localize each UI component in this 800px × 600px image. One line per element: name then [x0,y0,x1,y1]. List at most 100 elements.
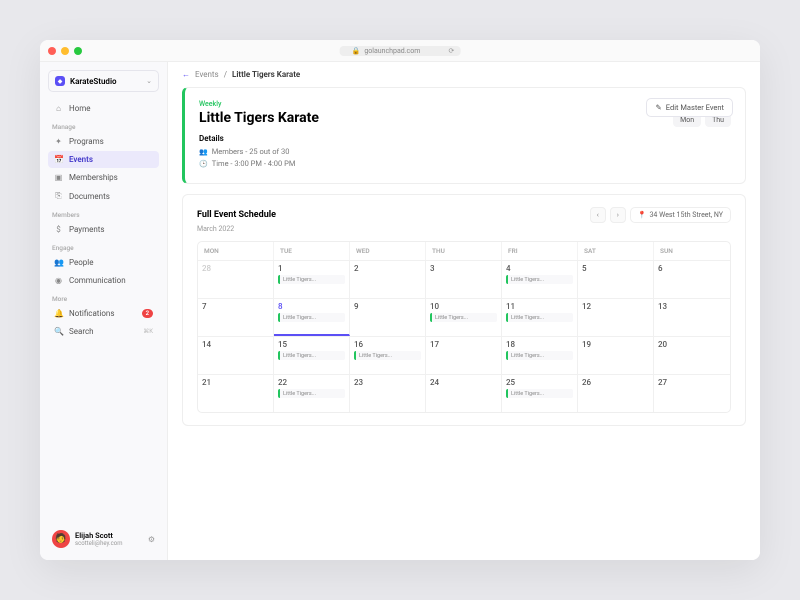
section-manage: Manage [52,123,159,131]
minimize-icon[interactable] [61,47,69,55]
calendar-event[interactable]: Little Tigers... [278,389,345,398]
url-bar[interactable]: 🔒 golaunchpad.com ⟳ [340,46,461,56]
prev-month-button[interactable]: ‹ [590,207,606,223]
sidebar-item-documents[interactable]: ⎘Documents [48,187,159,205]
calendar-cell[interactable]: 26 [578,374,654,412]
day-number: 25 [506,378,573,387]
calendar-cell[interactable]: 7 [198,298,274,336]
calendar-cell[interactable]: 18Little Tigers... [502,336,578,374]
back-icon[interactable]: ← [182,70,190,79]
notification-badge: 2 [142,309,153,318]
avatar: 🧑 [52,530,70,548]
calendar-cell[interactable]: 21 [198,374,274,412]
day-number: 17 [430,340,497,349]
user-menu[interactable]: 🧑 Elijah Scott scotteli@hey.com ⚙ [48,526,159,552]
sidebar-item-memberships[interactable]: ▣Memberships [48,169,159,186]
user-name: Elijah Scott [75,531,143,540]
day-number: 15 [278,340,345,349]
sidebar-item-events[interactable]: 📅Events [48,151,159,168]
chevron-down-icon: ⌄ [146,77,152,85]
day-number: 4 [506,264,573,273]
weekday-header: MON [198,242,274,260]
section-engage: Engage [52,244,159,252]
day-number: 5 [582,264,649,273]
programs-icon: ✦ [54,137,63,146]
calendar-cell[interactable]: 28 [198,260,274,298]
sidebar-item-payments[interactable]: $Payments [48,221,159,238]
calendar-cell[interactable]: 17 [426,336,502,374]
event-hero-card: Weekly Little Tigers Karate Details 👥Mem… [182,87,746,184]
section-members: Members [52,211,159,219]
day-number: 2 [354,264,421,273]
calendar-event[interactable]: Little Tigers... [506,351,573,360]
calendar-event[interactable]: Little Tigers... [354,351,421,360]
calendar-cell[interactable]: 24 [426,374,502,412]
day-number: 14 [202,340,269,349]
edit-master-event-button[interactable]: ✎Edit Master Event [646,98,733,117]
lock-icon: 🔒 [352,47,361,55]
calendar-cell[interactable]: 23 [350,374,426,412]
calendar-event[interactable]: Little Tigers... [278,275,345,284]
calendar-cell[interactable]: 9 [350,298,426,336]
sidebar-item-people[interactable]: 👥People [48,254,159,271]
weekday-header: THU [426,242,502,260]
weekday-header: SAT [578,242,654,260]
people-icon: 👥 [54,258,63,267]
time-detail: 🕒Time - 3:00 PM - 4:00 PM [199,159,633,168]
day-number: 20 [658,340,726,349]
calendar-event[interactable]: Little Tigers... [278,313,345,322]
sidebar-item-search[interactable]: 🔍Search⌘K [48,323,159,340]
calendar-icon: 📅 [54,155,63,164]
day-number: 7 [202,302,269,311]
day-number: 21 [202,378,269,387]
breadcrumb-parent[interactable]: Events [195,70,219,79]
gear-icon[interactable]: ⚙ [148,535,155,544]
calendar-cell[interactable]: 10 Little Tigers... [426,298,502,336]
calendar-event[interactable]: Little Tigers... [278,351,345,360]
payments-icon: $ [54,225,63,234]
home-icon: ⌂ [54,104,63,113]
calendar-event[interactable]: Little Tigers... [506,313,573,322]
sidebar-item-home[interactable]: ⌂Home [48,100,159,117]
calendar-cell[interactable]: 22Little Tigers... [274,374,350,412]
calendar-cell[interactable]: 27 [654,374,730,412]
calendar-cell[interactable]: 8Little Tigers... [274,298,350,336]
calendar-cell[interactable]: 1Little Tigers... [274,260,350,298]
next-month-button[interactable]: › [610,207,626,223]
calendar-cell[interactable]: 12 [578,298,654,336]
calendar-cell[interactable]: 25 Little Tigers... [502,374,578,412]
sidebar-item-communication[interactable]: ◉Communication [48,272,159,289]
calendar-cell[interactable]: 19 [578,336,654,374]
brand-name: KarateStudio [70,77,141,86]
workspace-switcher[interactable]: ◆ KarateStudio ⌄ [48,70,159,92]
calendar-cell[interactable]: 2 [350,260,426,298]
day-number: 28 [202,264,269,273]
calendar-cell[interactable]: 11Little Tigers... [502,298,578,336]
sidebar-item-programs[interactable]: ✦Programs [48,133,159,150]
day-number: 6 [658,264,726,273]
calendar-event[interactable]: Little Tigers... [506,275,573,284]
location-chip[interactable]: 📍34 West 15th Street, NY [630,207,731,223]
calendar-cell[interactable]: 4 Little Tigers... [502,260,578,298]
maximize-icon[interactable] [74,47,82,55]
calendar-cell[interactable]: 16Little Tigers... [350,336,426,374]
calendar-cell[interactable]: 13 [654,298,730,336]
calendar-cell[interactable]: 15 Little Tigers... [274,336,350,374]
calendar-event[interactable]: Little Tigers... [430,313,497,322]
day-number: 10 [430,302,497,311]
calendar: MONTUEWEDTHUFRISATSUN 281Little Tigers..… [197,241,731,413]
refresh-icon[interactable]: ⟳ [448,47,454,55]
schedule-card: Full Event Schedule ‹ › 📍34 West 15th St… [182,194,746,426]
day-number: 9 [354,302,421,311]
calendar-cell[interactable]: 6 [654,260,730,298]
window-controls [48,47,82,55]
section-more: More [52,295,159,303]
brand-icon: ◆ [55,76,65,86]
sidebar-item-notifications[interactable]: 🔔Notifications2 [48,305,159,322]
calendar-cell[interactable]: 3 [426,260,502,298]
calendar-cell[interactable]: 20 [654,336,730,374]
close-icon[interactable] [48,47,56,55]
calendar-cell[interactable]: 14 [198,336,274,374]
calendar-cell[interactable]: 5 [578,260,654,298]
calendar-event[interactable]: Little Tigers... [506,389,573,398]
